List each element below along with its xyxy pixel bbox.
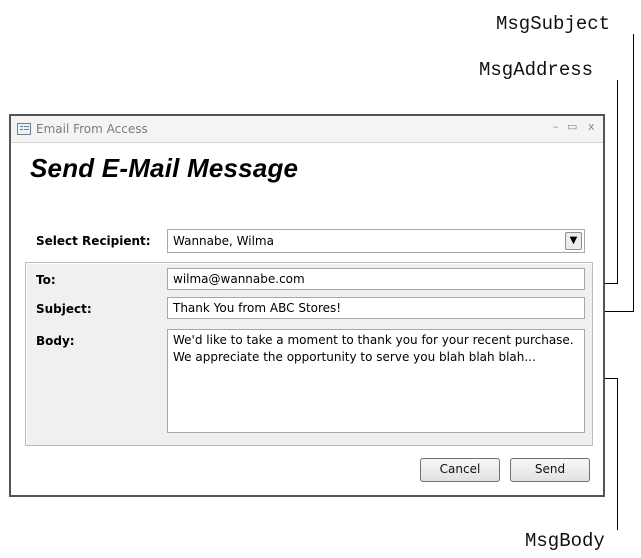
msg-subject-field[interactable]: Thank You from ABC Stores! xyxy=(167,297,585,319)
send-button[interactable]: Send xyxy=(510,458,590,482)
email-form-window: Email From Access – ▭ x Send E-Mail Mess… xyxy=(9,114,605,497)
window-title: Email From Access xyxy=(36,122,148,136)
recipient-value: Wannabe, Wilma xyxy=(173,234,274,248)
close-button[interactable]: x xyxy=(588,120,595,133)
msg-body-field[interactable]: We'd like to take a moment to thank you … xyxy=(167,329,585,433)
msg-address-field[interactable]: wilma@wannabe.com xyxy=(167,268,585,290)
minimize-button[interactable]: – xyxy=(553,120,559,133)
subject-connector-vertical xyxy=(633,34,634,312)
to-label: To: xyxy=(36,273,56,287)
address-connector-vertical xyxy=(617,80,618,284)
msgaddress-callout: MsgAddress xyxy=(479,59,594,81)
recipient-combobox[interactable]: Wannabe, Wilma ▼ xyxy=(167,229,585,253)
form-heading: Send E-Mail Message xyxy=(30,153,299,183)
select-recipient-label: Select Recipient: xyxy=(36,234,151,248)
subject-label: Subject: xyxy=(36,302,92,316)
chevron-down-icon[interactable]: ▼ xyxy=(565,232,582,250)
maximize-button[interactable]: ▭ xyxy=(567,120,577,133)
msgbody-callout: MsgBody xyxy=(525,530,605,552)
body-label: Body: xyxy=(36,334,75,348)
form-icon xyxy=(17,123,31,135)
body-connector-vertical xyxy=(617,378,618,530)
title-bar[interactable]: Email From Access – ▭ x xyxy=(11,116,603,143)
msgsubject-callout: MsgSubject xyxy=(496,13,611,35)
form-body: Send E-Mail Message Select Recipient: Wa… xyxy=(11,143,603,495)
cancel-button[interactable]: Cancel xyxy=(420,458,500,482)
